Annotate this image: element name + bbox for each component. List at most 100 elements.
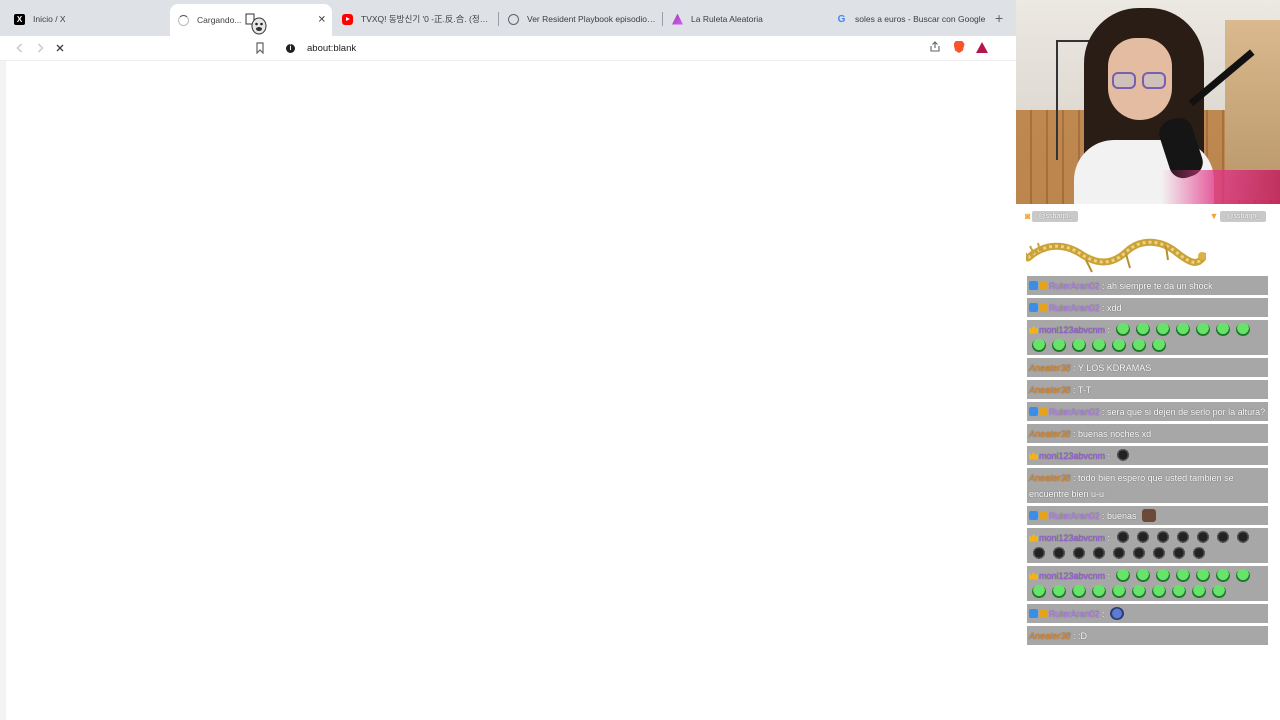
page-content [0, 60, 1016, 720]
back-button[interactable] [10, 38, 30, 58]
brave-rewards-button[interactable] [975, 40, 989, 54]
prime-badge-icon [1029, 406, 1038, 416]
green-emote-icon [1032, 584, 1046, 598]
green-emote-icon [1092, 584, 1106, 598]
sheep-emote-icon [1155, 530, 1170, 544]
chat-message: RulerAran02 : buenas [1027, 506, 1268, 525]
chat-text: : buenas [1099, 510, 1140, 521]
bits-badge-icon [1039, 510, 1048, 520]
tab-title: Inicio / X [33, 14, 66, 24]
green-emote-icon [1052, 584, 1066, 598]
close-icon [56, 44, 64, 52]
chat-username[interactable]: moni123abvcnm [1039, 571, 1105, 581]
sheep-emote-icon [1072, 546, 1086, 560]
social-handle-right: @ssharjh_ [1220, 210, 1266, 222]
green-emote-icon [1032, 338, 1046, 352]
chat-username[interactable]: moni123abvcnm [1039, 325, 1105, 335]
stop-loading-button[interactable] [50, 38, 70, 58]
brave-lion-icon [953, 41, 965, 53]
ruleta-icon [672, 13, 683, 25]
green-emote-icon [1152, 338, 1166, 352]
social-handle-left: @ssharjh_ [1032, 210, 1079, 222]
chat-text: : xdd [1099, 302, 1122, 313]
chat-text: : Y LOS KDRAMAS [1070, 362, 1152, 373]
social-left: ◙ @ssharjh_ [1025, 209, 1079, 223]
chat-username[interactable]: Aneater38 [1029, 363, 1071, 373]
sheep-emote-icon [1132, 546, 1146, 560]
golden-dragon-image [1026, 238, 1206, 273]
chat-username[interactable]: Aneater38 [1029, 385, 1071, 395]
streamer-glasses [1112, 72, 1168, 90]
chat-username[interactable]: RulerAran02 [1049, 281, 1100, 291]
tab-inicio-x[interactable]: X Inicio / X [14, 7, 164, 31]
social-right: ▼ @ssharjh_ [1209, 209, 1266, 223]
green-emote-icon [1115, 322, 1130, 336]
sheep-emote-icon [1032, 546, 1046, 560]
forward-button[interactable] [30, 38, 50, 58]
sheep-emote-icon [1115, 530, 1130, 544]
sheep-emote-icon [1195, 530, 1210, 544]
sheep-emote-icon [1235, 530, 1250, 544]
globe-icon [508, 13, 519, 25]
green-emote-icon [1052, 338, 1066, 352]
tab-strip: X Inicio / X Cargando... ✕ TVXQ! 동방신기 '0… [0, 0, 1016, 36]
prime-badge-icon [1029, 302, 1038, 312]
brave-rewards-icon [976, 41, 988, 53]
green-emote-icon [1072, 584, 1086, 598]
green-emote-icon [1215, 322, 1230, 336]
tab-separator [498, 12, 499, 26]
chat-username[interactable]: Aneater38 [1029, 631, 1071, 641]
chat-message: Aneater38 : todo bien espero que usted t… [1027, 468, 1268, 503]
chat-username[interactable]: Aneater38 [1029, 429, 1071, 439]
chat-username[interactable]: moni123abvcnm [1039, 533, 1105, 543]
green-emote-icon [1195, 568, 1210, 582]
tab-google-search[interactable]: G soles a euros - Buscar con Google [836, 7, 986, 31]
stream-chat: RulerAran02 : ah siempre te da un shock … [1027, 276, 1268, 648]
loading-spinner-icon [178, 14, 189, 26]
crown-badge-icon [1029, 451, 1038, 460]
new-tab-button[interactable]: + [995, 10, 1003, 26]
bits-badge-icon [1039, 406, 1048, 416]
chat-message: moni123abvcnm : [1027, 320, 1268, 355]
sheep-emote-icon [1152, 546, 1166, 560]
address-bar[interactable]: i about:blank [274, 38, 994, 58]
chat-username[interactable]: RulerAran02 [1049, 407, 1100, 417]
tab-ruleta[interactable]: La Ruleta Aleatoria [672, 7, 822, 31]
chat-message: moni123abvcnm : [1027, 446, 1268, 465]
tab-tvxq-youtube[interactable]: TVXQ! 동방신기 '0 -正.反.合. (정반합) [342, 7, 492, 31]
bookmark-button[interactable] [250, 38, 270, 58]
brave-shields-button[interactable] [952, 40, 966, 54]
chat-username[interactable]: RulerAran02 [1049, 609, 1100, 619]
sheep-emote-icon [1172, 546, 1186, 560]
chat-text: : ah siempre te da un shock [1099, 280, 1213, 291]
chat-text: : buenas noches xd [1070, 428, 1152, 439]
bits-badge-icon [1039, 302, 1048, 312]
chat-text: : :D [1070, 630, 1088, 641]
url-text[interactable]: about:blank [307, 43, 356, 54]
chat-message: RulerAran02 : sera que si dejen de serlo… [1027, 402, 1268, 421]
chat-username[interactable]: RulerAran02 [1049, 303, 1100, 313]
twitter-icon: ▼ [1209, 211, 1219, 221]
crown-badge-icon [1029, 571, 1038, 580]
close-tab-icon[interactable]: ✕ [318, 15, 326, 26]
green-emote-icon [1195, 322, 1210, 336]
green-emote-icon [1152, 584, 1166, 598]
crown-badge-icon [1029, 325, 1038, 334]
bookmark-icon [256, 42, 264, 54]
green-emote-icon [1135, 568, 1150, 582]
sheep-emote-icon [1115, 448, 1130, 462]
tab-resident-playbook[interactable]: Ver Resident Playbook episodio 1 onl [508, 7, 656, 31]
site-info-icon[interactable]: i [286, 43, 295, 53]
browser-toolbar: i about:blank [0, 36, 1016, 60]
chat-text: : [1105, 532, 1113, 543]
chat-message: Aneater38 : Y LOS KDRAMAS [1027, 358, 1268, 377]
webcam-pink-light [1016, 170, 1280, 204]
share-button[interactable] [928, 40, 942, 54]
green-emote-icon [1112, 584, 1126, 598]
chat-username[interactable]: Aneater38 [1029, 473, 1071, 483]
bits-badge-icon [1039, 608, 1048, 618]
arrow-left-icon [16, 43, 22, 53]
chat-username[interactable]: moni123abvcnm [1039, 451, 1105, 461]
chat-text: : [1105, 570, 1113, 581]
chat-username[interactable]: RulerAran02 [1049, 511, 1100, 521]
